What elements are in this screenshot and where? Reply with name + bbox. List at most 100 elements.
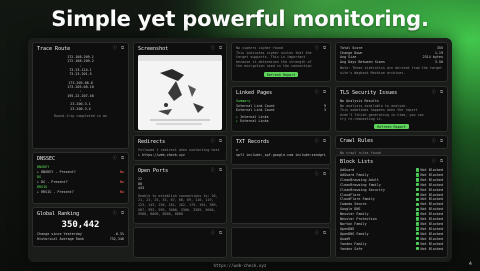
card-action-icons[interactable]: ⓘ ⧉ [113,211,125,215]
dnssec-row[interactable]: ▸ DS - Present? No [37,180,124,185]
ranking-value: 350,442 [61,220,100,230]
block-status-label: Not Blocked [420,187,443,192]
txt-title: TXT Records [236,139,270,145]
check-icon: ✓ [415,196,420,202]
headline: Simple yet powerful monitoring. [51,7,429,31]
dashboard-frame: ⓘ ⧉ Trace Route 172.168.209.1 172.168.20… [28,38,452,262]
card-action-icons[interactable]: ⓘ ⧉ [211,231,223,235]
block-status-label: Not Blocked [420,221,443,226]
crawl-title: Crawl Rules [340,138,374,144]
closed-ports-text: Unable to establish connections to: 20, … [138,193,218,217]
caret-right-icon: ▸ [37,179,40,184]
linked-pages-card: ⓘ ⧉ Linked Pages Summary Internal Link C… [231,86,331,132]
check-icon: ✓ [415,182,420,187]
block-status-label: Not Blocked [420,246,443,251]
check-icon: ✓ [415,245,420,251]
dnssec-title: DNSSEC [37,156,56,162]
check-icon: ✓ [415,167,420,172]
check-icon: ✓ [415,172,420,177]
card-action-icons[interactable]: ⓘ ⧉ [113,156,125,160]
check-icon: ✓ [415,216,420,221]
card-action-icons[interactable]: ⓘ ⧉ [315,46,327,50]
screenshot-card: ⓘ ⧉ Screenshot [133,42,227,132]
screenshot-title: Screenshot [138,46,169,52]
tls-title: TLS Security Issues [340,90,398,96]
hop: 23.200.3.4 [70,106,91,111]
ranking-title: Global Ranking [37,211,80,217]
check-icon: ✓ [415,231,420,236]
trace-route-card: ⓘ ⧉ Trace Route 172.168.209.1 172.168.20… [32,42,129,149]
ranking-row: Historical Average Rank 752,346 [37,236,124,241]
link-count-row: External Link Count 3 [236,108,326,113]
dnssec-card: ⓘ ⧉ DNSSEC DNSKEY ▸ DNSKEY - Present? No … [32,152,129,204]
txt-records-card: ⓘ ⧉ TXT Records v spf1 include:_spf.goog… [231,135,331,165]
dnssec-row[interactable]: ▸ RRSIG - Present? No [37,190,124,195]
block-status-label: Not Blocked [420,236,443,241]
check-icon: ✓ [415,201,420,207]
external-links-toggle[interactable]: ▸ External Links [236,119,326,124]
block-list-name: Yandex Safe [340,246,363,251]
block-status-label: Not Blocked [420,172,443,177]
crawl-rules-card: ⓘ ⧉ Crawl Rules [335,135,448,149]
dnssec-row[interactable]: ▸ DNSKEY - Present? No [37,170,124,175]
open-port: 443 [138,186,145,191]
refresh-report-button[interactable]: Refresh Report [374,123,409,130]
hop-list: 172.168.209.1 172.168.209.2 ↓ 73.23.124.… [37,55,124,111]
block-status-label: Not Blocked [420,168,443,172]
block-status-label: Not Blocked [420,212,443,217]
card-action-icons[interactable]: ⓘ ⧉ [315,90,327,94]
open-ports-card: ⓘ ⧉ Open Ports 22 80 443 Unable to estab… [133,164,227,224]
summary-row: Avg Days Between Scans 3.50 [340,59,443,64]
block-lists-card: ⓘ ⧉ Block Lists AdGuard ✓ Not Blocked AdGua… [335,155,448,258]
archive-summary-card: Total Score 355 Change Down 1.19 Avg Size 2… [335,42,448,82]
check-icon: ✓ [415,206,420,211]
card-action-icons[interactable]: ⓘ ⧉ [211,139,223,143]
redirects-card: ⓘ ⧉ Redirects Followed 1 redirect when c… [133,135,227,161]
trace-status: Round-trip completed in ms [53,113,108,118]
summary-note: Note: These statistics are derived from … [340,66,443,75]
block-status-label: Not Blocked [420,182,443,187]
caret-right-icon: ▸ [37,169,40,174]
refresh-report-button[interactable]: Refresh Report [263,71,299,78]
tls-issues-card: ⓘ ⧉ TLS Security Issues No Analysis Resu… [335,86,448,132]
card-action-icons[interactable]: ⓘ ⧉ [113,46,125,50]
block-status-label: Not Blocked [420,231,443,236]
block-status: ✓ Not Blocked [415,245,443,252]
placeholder-card: ⓘ ⧉ [231,168,331,224]
block-status-label: Not Blocked [420,192,443,197]
card-action-icons[interactable]: ⓘ ⧉ [315,139,327,143]
trace-route-title: Trace Route [37,46,71,52]
block-list-row: Yandex Safe ✓ Not Blocked [340,245,443,252]
block-lists-title: Block Lists [340,159,374,165]
card-action-icons[interactable]: ⓘ ⧉ [211,168,223,172]
block-status-label: Not Blocked [420,226,443,231]
logo-icon: ◭ [468,260,472,266]
check-icon: ✓ [415,211,420,216]
block-status-label: Not Blocked [420,207,443,212]
caret-right-icon: ▸ [37,189,40,194]
site-screenshot-image[interactable] [138,55,222,130]
block-status-label: Not Blocked [420,202,443,207]
check-icon: ✓ [415,177,420,182]
block-list: AdGuard ✓ Not Blocked AdGuard Family ✓ Not Bl… [340,167,443,252]
card-action-icons[interactable]: ⓘ ⧉ [211,46,223,50]
open-ports-title: Open Ports [138,168,169,174]
check-icon: ✓ [415,186,420,192]
tls-line: try re-requesting it. [340,117,383,122]
card-action-icons[interactable]: ⓘ ⧉ [315,231,327,235]
card-action-icons[interactable]: ⓘ ⧉ [315,172,327,176]
cipher-report-card: ⓘ ⧉ No ciphers cipher found This indicat… [231,42,331,82]
card-action-icons[interactable]: ⓘ ⧉ [432,159,444,163]
card-action-icons[interactable]: ⓘ ⧉ [432,139,444,143]
linked-pages-title: Linked Pages [236,90,273,96]
block-status-label: Not Blocked [420,197,443,202]
block-status-label: Not Blocked [420,177,443,182]
block-status-label: Not Blocked [420,217,443,222]
check-icon: ✓ [415,191,420,197]
check-icon: ✓ [415,240,420,246]
placeholder-card: ⓘ ⧉ [133,227,227,258]
footer-url[interactable]: https://web-check.xyz [0,263,480,268]
card-action-icons[interactable]: ⓘ ⧉ [432,90,444,94]
redirect-target: ↳ https://web-check.xyz [138,152,185,157]
screenshot-sketch [138,55,222,125]
